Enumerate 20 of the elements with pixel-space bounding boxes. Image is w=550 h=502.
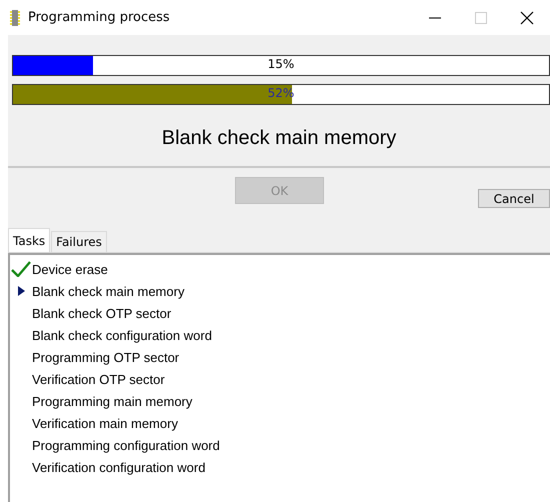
task-item: Blank check configuration word — [32, 328, 212, 342]
tab[interactable]: Tasks — [8, 228, 50, 252]
minimize-icon — [429, 16, 441, 18]
task-item: Verification OTP sector — [32, 372, 165, 386]
close-icon — [520, 10, 534, 24]
task-item: Verification configuration word — [32, 460, 206, 474]
tab[interactable]: Failures — [51, 231, 107, 252]
task-item: Blank check main memory — [32, 284, 184, 298]
progress-reading: 15% — [266, 57, 296, 71]
task-item: Programming configuration word — [32, 438, 220, 452]
maximize-icon — [475, 12, 487, 24]
task-item: Programming OTP sector — [32, 350, 180, 364]
status-heading: Blank check main memory — [160, 126, 398, 151]
cancel-button[interactable]: Cancel — [478, 189, 550, 208]
task-item: Blank check OTP sector — [32, 306, 172, 320]
task-item: Device erase — [32, 262, 108, 276]
task-item: Verification main memory — [32, 416, 178, 430]
task-item: Programming main memory — [32, 394, 192, 408]
chip-icon — [10, 10, 20, 26]
window-title: Programming process — [28, 10, 171, 25]
